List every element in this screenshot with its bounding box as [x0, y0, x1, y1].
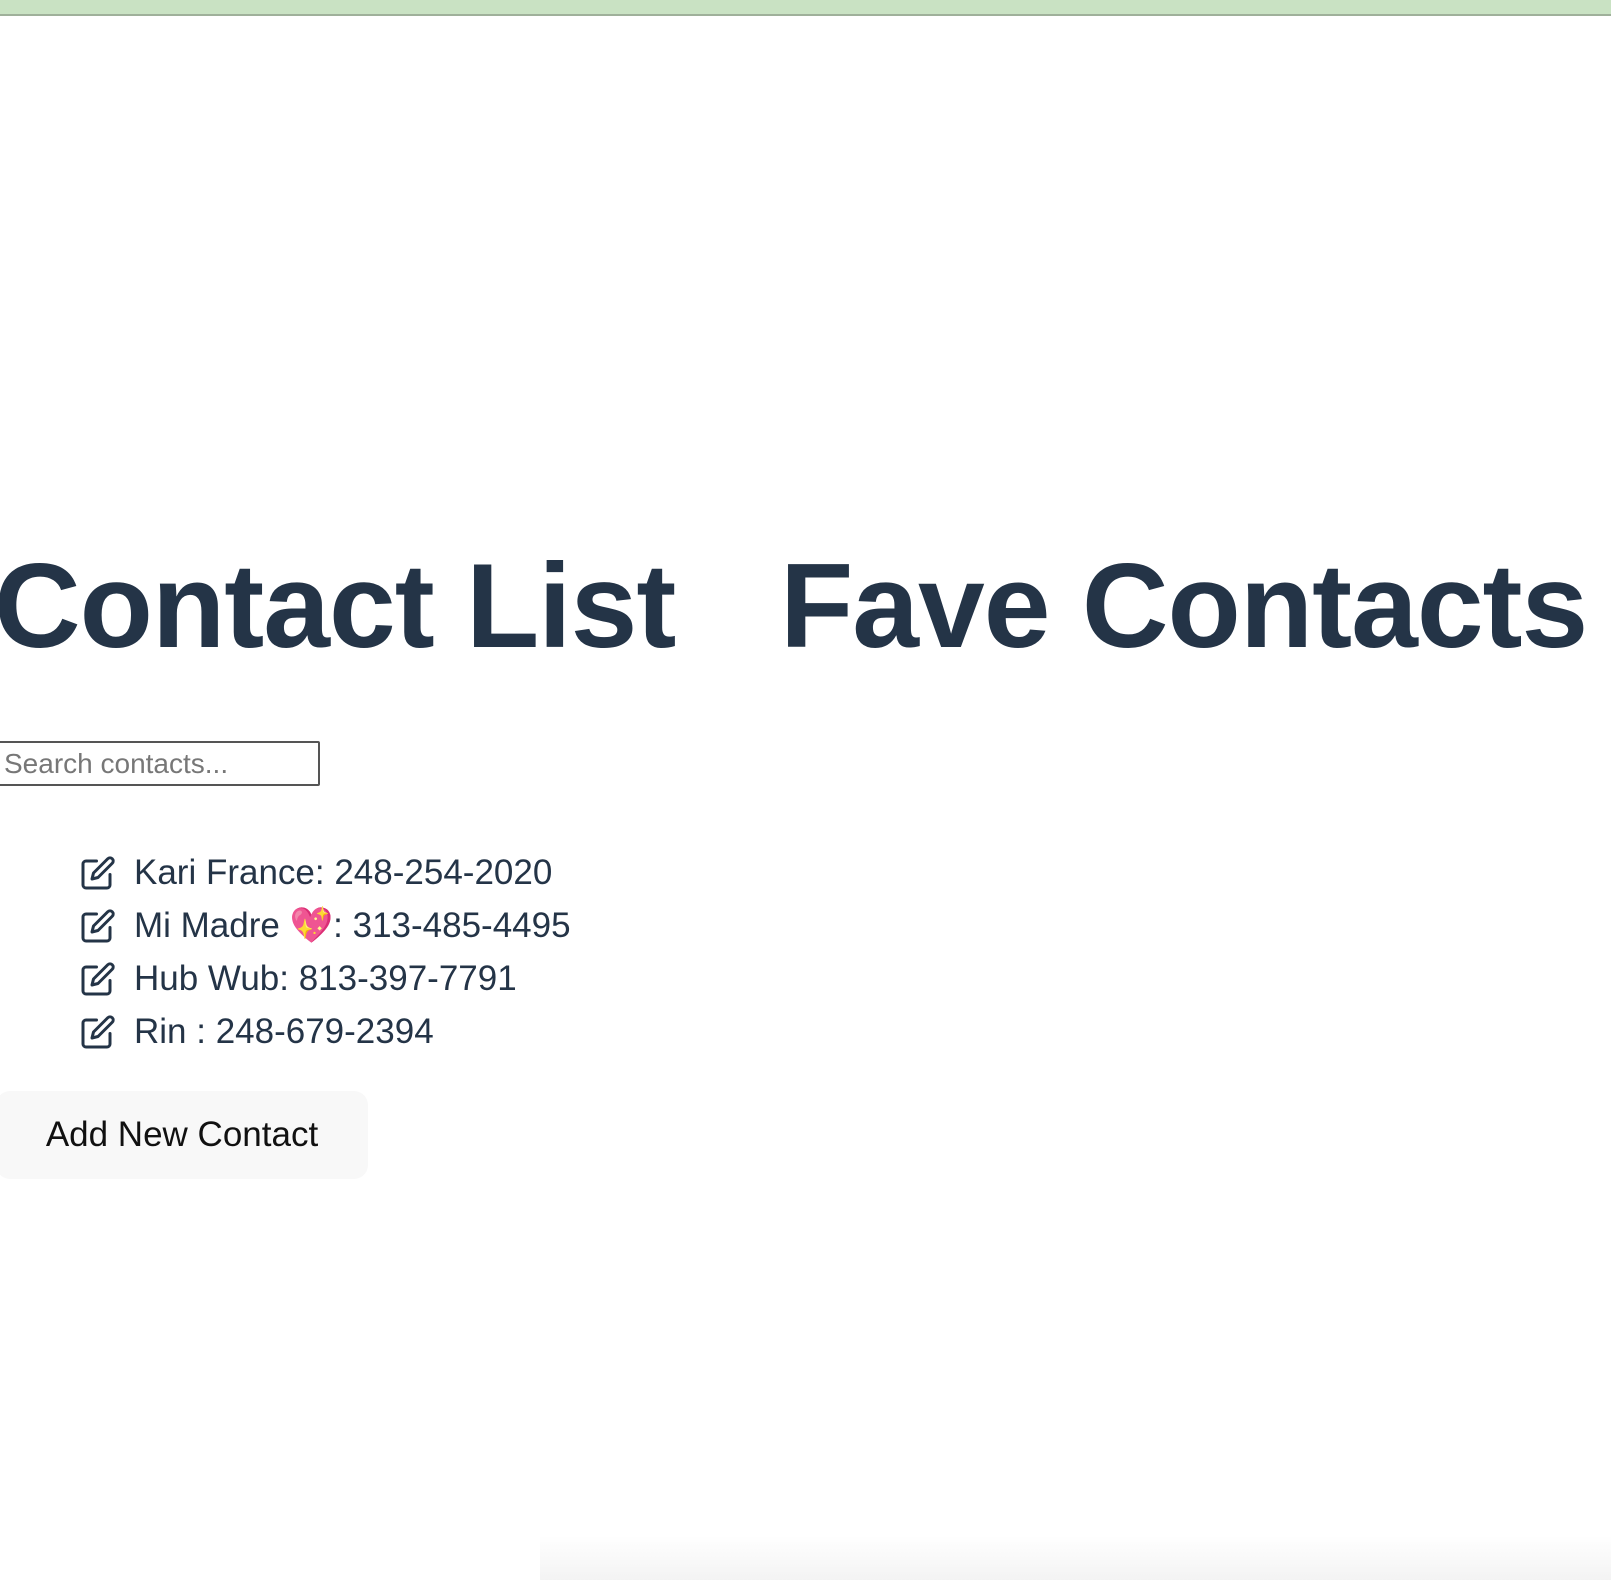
add-new-contact-button[interactable]: Add New Contact — [0, 1091, 368, 1179]
contact-list: Kari France: 248-254-2020 Mi Madre 💖: 31… — [80, 846, 571, 1058]
contact-label: Mi Madre 💖: 313-485-4495 — [134, 906, 571, 945]
bottom-shadow — [540, 1536, 1611, 1580]
list-item: Rin : 248-679-2394 — [80, 1005, 571, 1058]
edit-icon[interactable] — [80, 855, 116, 891]
contact-list-heading: Contact List — [0, 539, 676, 673]
list-item: Hub Wub: 813-397-7791 — [80, 952, 571, 1005]
edit-icon[interactable] — [80, 1014, 116, 1050]
search-input[interactable] — [0, 741, 320, 786]
contact-label: Kari France: 248-254-2020 — [134, 852, 553, 892]
contact-label: Rin : 248-679-2394 — [134, 1011, 434, 1051]
list-item: Kari France: 248-254-2020 — [80, 846, 571, 899]
list-item: Mi Madre 💖: 313-485-4495 — [80, 899, 571, 952]
fave-contacts-heading: Fave Contacts — [780, 539, 1588, 673]
edit-icon[interactable] — [80, 908, 116, 944]
top-bar — [0, 0, 1611, 16]
contact-label: Hub Wub: 813-397-7791 — [134, 958, 517, 998]
edit-icon[interactable] — [80, 961, 116, 997]
